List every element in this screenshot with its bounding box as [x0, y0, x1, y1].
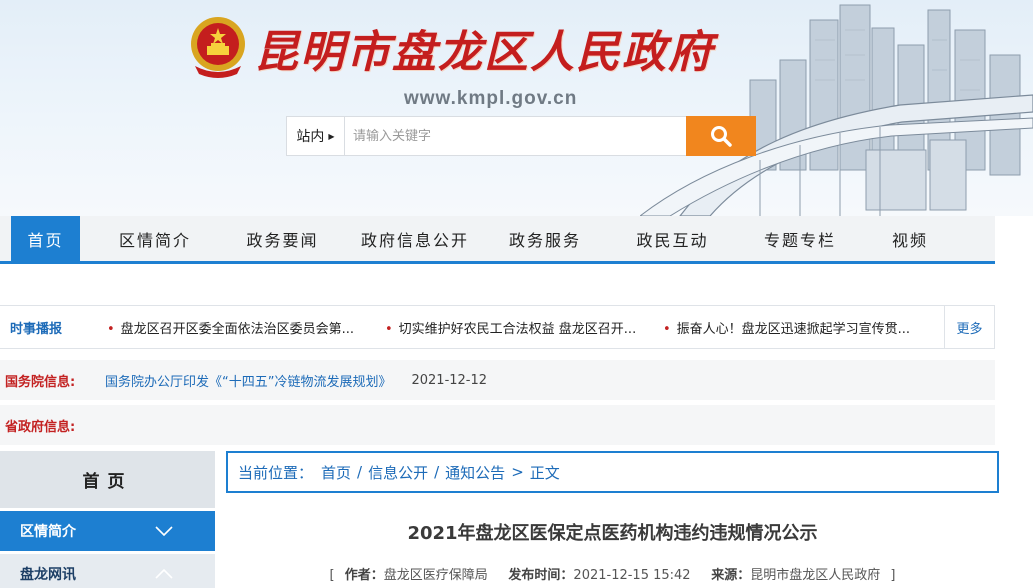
sidebar-item-panlong-news[interactable]: 盘龙网讯 — [0, 554, 215, 588]
author-label: 作者： — [344, 568, 384, 583]
ticker-link[interactable]: 盘龙区召开区委全面依法治区委员会第... — [121, 322, 354, 337]
sidebar-item-district-intro[interactable]: 区情简介 — [0, 511, 215, 551]
breadcrumb-separator: > — [511, 463, 524, 481]
nav-item-interaction[interactable]: 政民互动 — [595, 216, 750, 261]
state-council-info-row: 国务院信息: 国务院办公厅印发《“十四五”冷链物流发展规划》 2021-12-1… — [0, 360, 995, 400]
sidebar: 首页 区情简介 盘龙网讯 — [0, 451, 215, 588]
sidebar-home[interactable]: 首页 — [0, 451, 215, 508]
news-ticker: 时事播报 • 盘龙区召开区委全面依法治区委员会第... • 切实维护好农民工合法权益… — [0, 305, 995, 349]
nav-item-district-intro[interactable]: 区情简介 — [80, 216, 230, 261]
state-council-label: 国务院信息: — [5, 374, 76, 390]
ticker-item[interactable]: • 盘龙区召开区委全面依法治区委员会第... — [95, 318, 373, 337]
main-nav: 首页 区情简介 政务要闻 政府信息公开 政务服务 政民互动 专题专栏 视频 — [0, 216, 995, 264]
meta-bracket-close: ] — [890, 568, 896, 583]
publish-time-label: 发布时间： — [508, 568, 574, 583]
sidebar-item-label: 区情简介 — [20, 524, 76, 540]
nav-item-info-disclosure[interactable]: 政府信息公开 — [335, 216, 495, 261]
ticker-link[interactable]: 切实维护好农民工合法权益 盘龙区召开... — [399, 322, 637, 337]
site-header: 昆明市盘龙区人民政府 www.kmpl.gov.cn 站内 ▶ — [0, 0, 1033, 216]
ticker-item[interactable]: • 振奋人心！盘龙区迅速掀起学习宣传贯... — [651, 318, 929, 337]
provincial-info-row: 省政府信息: — [0, 405, 995, 445]
breadcrumb: 当前位置： 首页 / 信息公开 / 通知公告 > 正文 — [226, 451, 999, 493]
bullet-icon: • — [385, 321, 393, 337]
state-council-date: 2021-12-12 — [411, 372, 488, 388]
search-icon — [711, 126, 732, 147]
breadcrumb-link-notices[interactable]: 通知公告 — [445, 462, 505, 483]
search-button[interactable] — [686, 116, 756, 156]
breadcrumb-link-home[interactable]: 首页 — [321, 462, 351, 483]
bullet-icon: • — [107, 321, 115, 337]
source-value: 昆明市盘龙区人民政府 — [750, 568, 881, 583]
ticker-more-link[interactable]: 更多 — [944, 306, 994, 348]
meta-bracket-open: [ — [329, 568, 335, 583]
breadcrumb-current: 正文 — [529, 463, 560, 482]
breadcrumb-link-info-disclosure[interactable]: 信息公开 — [368, 462, 428, 483]
breadcrumb-prefix: 当前位置： — [238, 463, 314, 482]
nav-item-gov-services[interactable]: 政务服务 — [495, 216, 595, 261]
provincial-label: 省政府信息: — [5, 419, 76, 435]
breadcrumb-separator: / — [434, 463, 440, 481]
breadcrumb-separator: / — [357, 463, 363, 481]
chevron-down-icon — [155, 526, 173, 536]
article-title: 2021年盘龙区医保定点医药机构违约违规情况公示 — [407, 523, 818, 544]
nav-item-special-topics[interactable]: 专题专栏 — [750, 216, 850, 261]
search-input[interactable] — [345, 117, 686, 155]
state-council-link[interactable]: 国务院办公厅印发《“十四五”冷链物流发展规划》 — [105, 371, 391, 390]
nav-item-government-news[interactable]: 政务要闻 — [230, 216, 335, 261]
source-label: 来源： — [711, 568, 751, 583]
search-scope-label: 站内 — [296, 129, 325, 145]
caret-right-icon: ▶ — [328, 131, 335, 141]
site-title: 昆明市盘龙区人民政府 — [254, 27, 714, 78]
publish-time-value: 2021-12-15 15:42 — [573, 568, 691, 583]
ticker-item[interactable]: • 切实维护好农民工合法权益 盘龙区召开... — [373, 318, 651, 337]
sidebar-item-label: 盘龙网讯 — [20, 567, 76, 583]
search-scope-dropdown[interactable]: 站内 ▶ — [287, 117, 345, 155]
chevron-up-icon — [155, 569, 173, 579]
bullet-icon: • — [663, 321, 671, 337]
ticker-link[interactable]: 振奋人心！盘龙区迅速掀起学习宣传贯... — [677, 322, 910, 337]
nav-item-home[interactable]: 首页 — [11, 216, 80, 261]
ticker-label: 时事播报 — [10, 321, 63, 337]
author-value: 盘龙区医疗保障局 — [383, 568, 488, 583]
search-bar: 站内 ▶ — [286, 116, 756, 156]
national-emblem-icon — [191, 17, 245, 78]
nav-item-video[interactable]: 视频 — [850, 216, 970, 261]
article-meta: [ 作者：盘龙区医疗保障局 发布时间：2021-12-15 15:42 来源：昆… — [226, 564, 999, 583]
site-url: www.kmpl.gov.cn — [404, 88, 578, 109]
